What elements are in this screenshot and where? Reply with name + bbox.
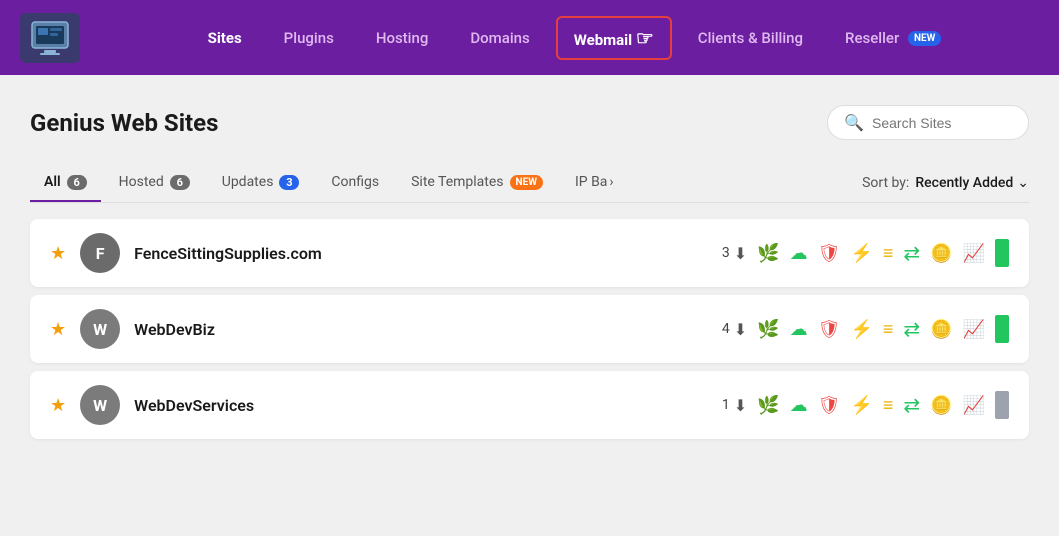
sortby-chevron-icon: ⌄ bbox=[1017, 175, 1029, 191]
leaf-icon[interactable]: 🌿 bbox=[757, 319, 779, 340]
sync-icon[interactable]: ⇄ bbox=[903, 393, 920, 417]
download-icon[interactable]: ⬇ bbox=[734, 320, 747, 339]
avatar: W bbox=[80, 309, 120, 349]
main-header: Sites Plugins Hosting Domains Webmail ☞ … bbox=[0, 0, 1059, 75]
plugin-count: 3 ⬇ bbox=[722, 244, 747, 263]
leaf-icon[interactable]: 🌿 bbox=[757, 395, 779, 416]
sortby-label: Sort by: bbox=[862, 175, 909, 191]
search-icon: 🔍 bbox=[844, 113, 864, 132]
table-row[interactable]: ★ W WebDevServices 1 ⬇ 🌿 ☁ 🛡 ⚡ ≡ ⇄ 🪙 📈 bbox=[30, 371, 1029, 439]
status-bar bbox=[995, 391, 1009, 419]
tab-updates-count: 3 bbox=[279, 175, 299, 190]
site-name: WebDevServices bbox=[134, 396, 334, 415]
cloud-icon[interactable]: ☁ bbox=[790, 319, 808, 340]
download-icon[interactable]: ⬇ bbox=[734, 396, 747, 415]
chart-icon[interactable]: 📈 bbox=[963, 319, 985, 340]
page-header: Genius Web Sites 🔍 bbox=[30, 105, 1029, 140]
avatar: W bbox=[80, 385, 120, 425]
nav-webmail[interactable]: Webmail ☞ bbox=[556, 16, 672, 60]
nav-sites[interactable]: Sites bbox=[192, 21, 258, 55]
plugin-count: 4 ⬇ bbox=[722, 320, 747, 339]
download-icon[interactable]: ⬇ bbox=[734, 244, 747, 263]
sites-list: ★ F FenceSittingSupplies.com 3 ⬇ 🌿 ☁ 🛡 ⚡… bbox=[30, 219, 1029, 447]
shield-icon[interactable]: 🛡 bbox=[818, 243, 841, 264]
status-bar bbox=[995, 315, 1009, 343]
nav-plugins[interactable]: Plugins bbox=[268, 21, 350, 55]
layers-icon[interactable]: ≡ bbox=[883, 243, 894, 264]
sync-icon[interactable]: ⇄ bbox=[903, 317, 920, 341]
tab-all[interactable]: All 6 bbox=[30, 164, 101, 202]
layers-icon[interactable]: ≡ bbox=[883, 319, 894, 340]
coin-icon[interactable]: 🪙 bbox=[930, 243, 952, 264]
table-row[interactable]: ★ W WebDevBiz 4 ⬇ 🌿 ☁ 🛡 ⚡ ≡ ⇄ 🪙 📈 bbox=[30, 295, 1029, 363]
nav-reseller[interactable]: Reseller NEW bbox=[829, 21, 957, 55]
sync-icon[interactable]: ⇄ bbox=[903, 241, 920, 265]
tab-updates[interactable]: Updates 3 bbox=[208, 164, 314, 202]
tab-hosted[interactable]: Hosted 6 bbox=[105, 164, 204, 202]
star-icon[interactable]: ★ bbox=[50, 243, 66, 264]
tab-configs[interactable]: Configs bbox=[317, 164, 393, 202]
tab-ip-ba[interactable]: IP Ba › bbox=[561, 164, 628, 202]
sortby-value[interactable]: Recently Added ⌄ bbox=[915, 175, 1029, 191]
filter-bar: All 6 Hosted 6 Updates 3 Configs Site Te… bbox=[30, 164, 1029, 203]
bolt-icon[interactable]: ⚡ bbox=[850, 319, 872, 340]
main-content: Genius Web Sites 🔍 All 6 Hosted 6 Update… bbox=[0, 75, 1059, 447]
status-bar bbox=[995, 239, 1009, 267]
bolt-icon[interactable]: ⚡ bbox=[850, 243, 872, 264]
site-name: WebDevBiz bbox=[134, 320, 334, 339]
avatar: F bbox=[80, 233, 120, 273]
site-name: FenceSittingSupplies.com bbox=[134, 244, 334, 263]
shield-icon[interactable]: 🛡 bbox=[818, 319, 841, 340]
site-actions: 1 ⬇ 🌿 ☁ 🛡 ⚡ ≡ ⇄ 🪙 📈 bbox=[722, 391, 1009, 419]
star-icon[interactable]: ★ bbox=[50, 319, 66, 340]
sortby-control: Sort by: Recently Added ⌄ bbox=[862, 175, 1029, 191]
coin-icon[interactable]: 🪙 bbox=[930, 319, 952, 340]
search-box[interactable]: 🔍 bbox=[827, 105, 1029, 140]
nav-clients-billing[interactable]: Clients & Billing bbox=[682, 21, 819, 55]
ip-ba-arrow-icon: › bbox=[609, 174, 613, 190]
chart-icon[interactable]: 📈 bbox=[963, 243, 985, 264]
tab-all-count: 6 bbox=[67, 175, 87, 190]
cloud-icon[interactable]: ☁ bbox=[790, 243, 808, 264]
logo[interactable] bbox=[20, 13, 80, 63]
nav-hosting[interactable]: Hosting bbox=[360, 21, 445, 55]
coin-icon[interactable]: 🪙 bbox=[930, 395, 952, 416]
table-row[interactable]: ★ F FenceSittingSupplies.com 3 ⬇ 🌿 ☁ 🛡 ⚡… bbox=[30, 219, 1029, 287]
layers-icon[interactable]: ≡ bbox=[883, 395, 894, 416]
nav-domains[interactable]: Domains bbox=[454, 21, 545, 55]
main-nav: Sites Plugins Hosting Domains Webmail ☞ … bbox=[110, 16, 1039, 60]
tab-hosted-count: 6 bbox=[170, 175, 190, 190]
search-input[interactable] bbox=[872, 115, 1012, 131]
chart-icon[interactable]: 📈 bbox=[963, 395, 985, 416]
site-templates-new-badge: NEW bbox=[510, 175, 543, 190]
cloud-icon[interactable]: ☁ bbox=[790, 395, 808, 416]
plugin-count: 1 ⬇ bbox=[722, 396, 747, 415]
tab-site-templates[interactable]: Site Templates NEW bbox=[397, 164, 557, 202]
star-icon[interactable]: ★ bbox=[50, 395, 66, 416]
page-title: Genius Web Sites bbox=[30, 109, 218, 137]
site-actions: 3 ⬇ 🌿 ☁ 🛡 ⚡ ≡ ⇄ 🪙 📈 bbox=[722, 239, 1009, 267]
cursor-icon: ☞ bbox=[636, 26, 654, 50]
leaf-icon[interactable]: 🌿 bbox=[757, 243, 779, 264]
shield-icon[interactable]: 🛡 bbox=[818, 395, 841, 416]
site-actions: 4 ⬇ 🌿 ☁ 🛡 ⚡ ≡ ⇄ 🪙 📈 bbox=[722, 315, 1009, 343]
bolt-icon[interactable]: ⚡ bbox=[850, 395, 872, 416]
reseller-new-badge: NEW bbox=[908, 31, 941, 46]
